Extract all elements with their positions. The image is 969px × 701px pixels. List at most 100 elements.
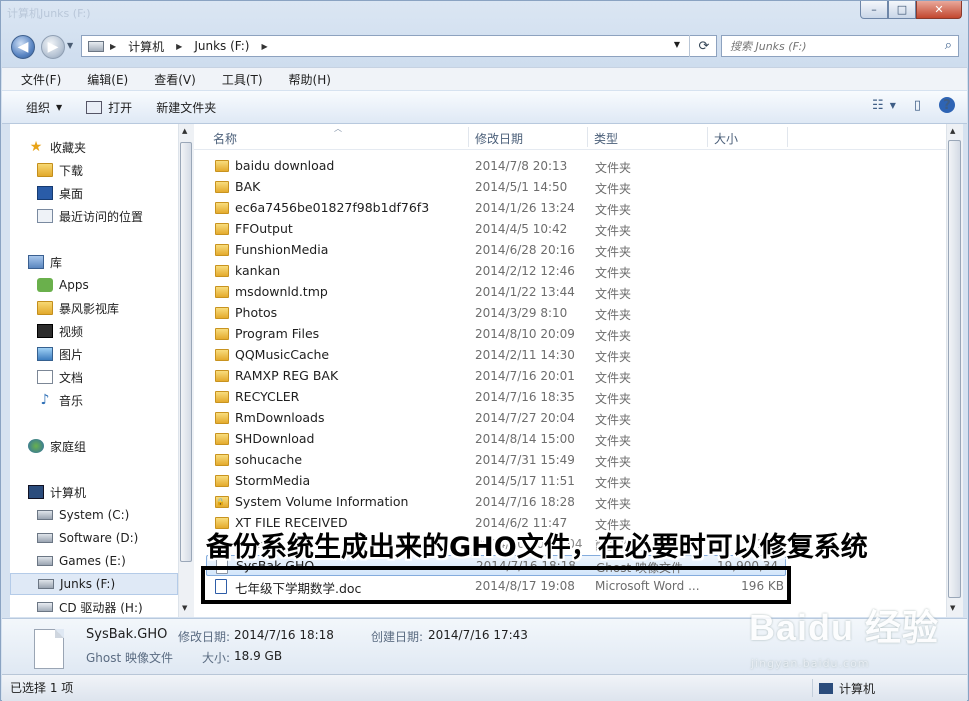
nav-item[interactable]: ♪ 音乐: [37, 389, 83, 411]
file-type: 文件夹: [595, 287, 632, 301]
folder-icon: [215, 475, 229, 487]
scroll-down-icon[interactable]: ▼: [182, 604, 187, 612]
column-name[interactable]: 名称: [213, 130, 237, 147]
column-divider[interactable]: [707, 127, 708, 147]
nav-item-label: 视频: [59, 324, 84, 339]
nav-item[interactable]: 视频: [37, 320, 83, 342]
column-size[interactable]: 大小: [714, 130, 738, 147]
file-row[interactable]: RECYCLER 2014/7/16 18:35 文件夹: [206, 387, 786, 408]
doc-icon: [37, 370, 53, 384]
nav-item[interactable]: System (C:): [37, 504, 129, 526]
file-name: QQMusicCache: [235, 347, 330, 362]
view-dropdown-icon[interactable]: ▼: [890, 101, 896, 110]
forward-button[interactable]: ▶: [41, 35, 65, 59]
file-row[interactable]: BAK 2014/5/1 14:50 文件夹: [206, 177, 786, 198]
column-modified[interactable]: 修改日期: [475, 130, 523, 147]
file-row[interactable]: msdownld.tmp 2014/1/22 13:44 文件夹: [206, 282, 786, 303]
nav-item[interactable]: 家庭组: [28, 435, 86, 457]
scroll-down-icon[interactable]: ▼: [950, 604, 955, 612]
scroll-up-icon[interactable]: ▲: [182, 127, 187, 135]
nav-item[interactable]: 计算机: [28, 481, 86, 503]
search-icon[interactable]: ⌕: [945, 38, 952, 53]
file-row[interactable]: ec6a7456be01827f98b1df76f3 2014/1/26 13:2…: [206, 198, 786, 219]
file-row[interactable]: Program Files 2014/8/10 20:09 文件夹: [206, 324, 786, 345]
nav-item[interactable]: 文档: [37, 366, 83, 388]
menu-help[interactable]: 帮助(H): [282, 71, 338, 88]
nav-item-label: 音乐: [59, 393, 84, 408]
file-name: RECYCLER: [235, 389, 300, 404]
search-input[interactable]: [728, 38, 932, 54]
file-name: StormMedia: [235, 473, 311, 488]
file-list-scrollbar[interactable]: ▲ ▼: [946, 124, 963, 617]
menu-edit[interactable]: 编辑(E): [80, 71, 135, 88]
file-row[interactable]: RmDownloads 2014/7/27 20:04 文件夹: [206, 408, 786, 429]
pc-icon: [28, 485, 44, 499]
details-created-label: 创建日期:: [371, 630, 424, 644]
locked-folder-icon: [215, 496, 229, 508]
help-icon[interactable]: ?: [939, 97, 955, 113]
open-button[interactable]: 打开: [86, 99, 132, 116]
file-row[interactable]: kankan 2014/2/12 12:46 文件夹: [206, 261, 786, 282]
folder-icon: [215, 412, 229, 424]
nav-item[interactable]: Software (D:): [37, 527, 138, 549]
column-type[interactable]: 类型: [594, 130, 618, 147]
address-bar[interactable]: ▶ 计算机 ▶ Junks (F:) ▶ ▼: [81, 35, 717, 57]
drive-icon: [37, 510, 53, 520]
file-scroll-thumb[interactable]: [948, 140, 961, 598]
folder-icon: [37, 163, 53, 177]
column-divider[interactable]: [787, 127, 788, 147]
scroll-up-icon[interactable]: ▲: [950, 127, 955, 135]
new-folder-button[interactable]: 新建文件夹: [156, 99, 216, 116]
file-row[interactable]: RAMXP REG BAK 2014/7/16 20:01 文件夹: [206, 366, 786, 387]
file-row[interactable]: FFOutput 2014/4/5 10:42 文件夹: [206, 219, 786, 240]
title-bar[interactable]: 计算机Junks (F:) – □ ✕: [1, 1, 968, 27]
nav-item[interactable]: 库: [28, 251, 62, 273]
nav-scroll-thumb[interactable]: [180, 142, 192, 562]
nav-item[interactable]: Apps: [37, 274, 89, 296]
breadcrumb-computer[interactable]: 计算机: [122, 38, 170, 55]
file-row[interactable]: baidu download 2014/7/8 20:13 文件夹: [206, 156, 786, 177]
column-divider[interactable]: [468, 127, 469, 147]
view-options-icon[interactable]: ☷: [872, 98, 884, 113]
nav-item[interactable]: Junks (F:): [10, 573, 178, 595]
menu-view[interactable]: 查看(V): [147, 71, 203, 88]
breadcrumb-separator-icon[interactable]: ▶: [170, 42, 188, 51]
refresh-button[interactable]: ⟳: [689, 35, 718, 57]
organize-button[interactable]: 组织 ▼: [26, 99, 62, 116]
file-row[interactable]: FunshionMedia 2014/6/28 20:16 文件夹: [206, 240, 786, 261]
maximize-button[interactable]: □: [888, 1, 916, 19]
minimize-button[interactable]: –: [860, 1, 888, 19]
search-box[interactable]: ⌕: [721, 35, 959, 57]
recent-pages-dropdown-icon[interactable]: ▼: [67, 41, 73, 50]
nav-item[interactable]: ★ 收藏夹: [28, 136, 86, 158]
nav-item[interactable]: Games (E:): [37, 550, 126, 572]
file-row[interactable]: Photos 2014/3/29 8:10 文件夹: [206, 303, 786, 324]
breadcrumb-separator-icon[interactable]: ▶: [255, 42, 273, 51]
nav-item[interactable]: CD 驱动器 (H:): [37, 596, 143, 617]
breadcrumb-separator-icon[interactable]: ▶: [104, 42, 122, 51]
file-row[interactable]: SHDownload 2014/8/14 15:00 文件夹: [206, 429, 786, 450]
nav-item[interactable]: 图片: [37, 343, 83, 365]
nav-item[interactable]: 桌面: [37, 182, 83, 204]
menu-file[interactable]: 文件(F): [14, 71, 68, 88]
menu-tools[interactable]: 工具(T): [215, 71, 270, 88]
file-row[interactable]: sohucache 2014/7/31 15:49 文件夹: [206, 450, 786, 471]
file-type: 文件夹: [595, 182, 632, 196]
address-dropdown-icon[interactable]: ▼: [674, 40, 680, 49]
breadcrumb-junks[interactable]: Junks (F:): [188, 39, 255, 53]
nav-item[interactable]: 暴风影视库: [37, 297, 119, 319]
status-selection-count: 已选择 1 项: [10, 681, 74, 695]
column-divider[interactable]: [587, 127, 588, 147]
file-name: sohucache: [235, 452, 303, 467]
file-row[interactable]: System Volume Information 2014/7/16 18:28…: [206, 492, 786, 513]
nav-item[interactable]: 最近访问的位置: [37, 205, 143, 227]
nav-item[interactable]: 下载: [37, 159, 83, 181]
close-button[interactable]: ✕: [916, 1, 962, 19]
details-size-value: 18.9 GB: [234, 649, 283, 663]
file-row[interactable]: QQMusicCache 2014/2/11 14:30 文件夹: [206, 345, 786, 366]
star-icon: ★: [29, 139, 43, 155]
nav-scrollbar[interactable]: ▲ ▼: [178, 124, 194, 617]
preview-pane-icon[interactable]: ▯: [914, 98, 921, 113]
file-row[interactable]: StormMedia 2014/5/17 11:51 文件夹: [206, 471, 786, 492]
back-button[interactable]: ◀: [11, 35, 35, 59]
